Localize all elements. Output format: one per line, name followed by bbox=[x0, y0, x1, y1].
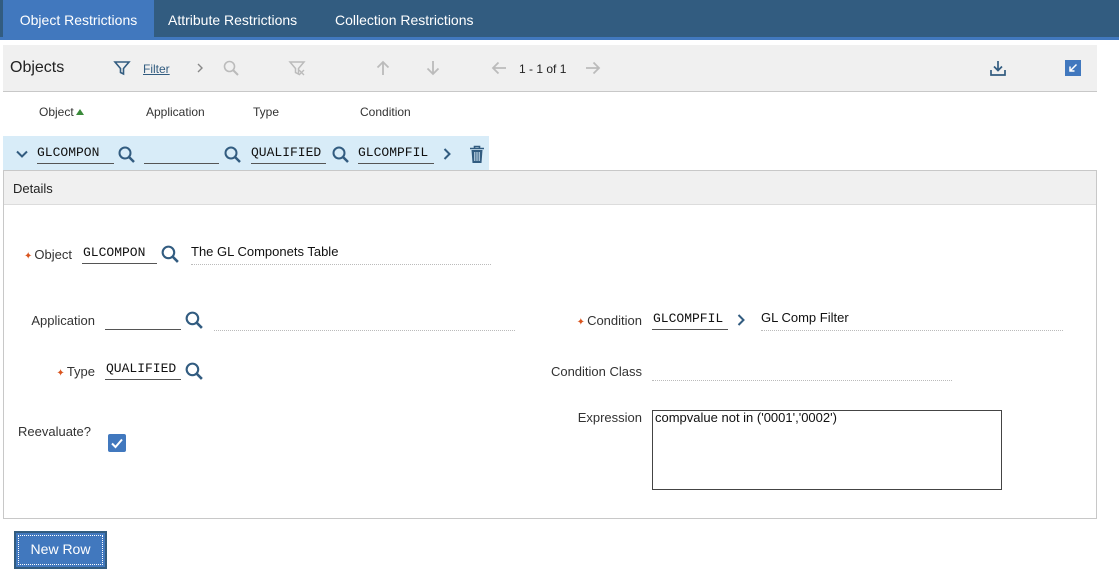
type-lookup-icon[interactable] bbox=[331, 145, 350, 164]
condition-goto-icon[interactable] bbox=[734, 313, 748, 327]
required-icon: ✦ bbox=[576, 317, 586, 328]
row-type-input[interactable]: QUALIFIED bbox=[251, 144, 326, 164]
application-lookup-icon[interactable] bbox=[223, 145, 242, 164]
application-search-icon[interactable] bbox=[184, 310, 204, 330]
object-label: ✦ Object bbox=[18, 247, 72, 262]
row-object-input[interactable]: GLCOMPON bbox=[37, 144, 114, 164]
required-icon: ✦ bbox=[56, 368, 65, 379]
object-label-text: Object bbox=[34, 247, 72, 262]
tab-attribute-restrictions[interactable]: Attribute Restrictions bbox=[168, 0, 297, 37]
object-field[interactable]: GLCOMPON bbox=[82, 244, 157, 264]
condition-label-text: Condition bbox=[587, 313, 642, 328]
type-field[interactable]: QUALIFIED bbox=[105, 360, 181, 380]
table-header: Object Application Type Condition bbox=[3, 92, 489, 134]
table-toolbar: Objects Filter 1 - 1 of 1 bbox=[3, 45, 1097, 92]
filter-link[interactable]: Filter bbox=[143, 62, 170, 76]
object-lookup-icon[interactable] bbox=[117, 145, 136, 164]
condition-field[interactable]: GLCOMPFIL bbox=[652, 310, 728, 330]
object-search-icon[interactable] bbox=[160, 244, 180, 264]
condition-label: ✦ Condition bbox=[564, 313, 642, 328]
chevron-right-icon[interactable] bbox=[440, 147, 454, 161]
condition-description: GL Comp Filter bbox=[761, 309, 1063, 331]
expression-label: Expression bbox=[577, 410, 642, 425]
column-header-object[interactable]: Object bbox=[39, 105, 84, 119]
search-icon[interactable] bbox=[222, 59, 240, 77]
previous-page-icon[interactable] bbox=[490, 59, 508, 77]
arrow-up-icon[interactable] bbox=[374, 59, 392, 77]
tab-bar: Object Restrictions Attribute Restrictio… bbox=[0, 0, 1119, 40]
minimize-icon[interactable] bbox=[1064, 59, 1082, 77]
condition-class-label: Condition Class bbox=[550, 364, 642, 379]
next-page-icon[interactable] bbox=[584, 59, 602, 77]
clear-filter-icon[interactable] bbox=[288, 59, 306, 77]
details-title: Details bbox=[13, 181, 53, 196]
arrow-down-icon[interactable] bbox=[424, 59, 442, 77]
type-label-text: Type bbox=[66, 364, 95, 379]
reevaluate-label: Reevaluate? bbox=[18, 424, 91, 439]
application-field[interactable] bbox=[105, 310, 181, 330]
table-row[interactable]: GLCOMPON QUALIFIED GLCOMPFIL bbox=[3, 136, 489, 170]
column-header-condition[interactable]: Condition bbox=[360, 105, 411, 119]
condition-class-field bbox=[652, 359, 952, 381]
object-description: The GL Componets Table bbox=[191, 243, 491, 265]
row-application-input[interactable] bbox=[144, 144, 219, 164]
column-header-label: Object bbox=[39, 105, 74, 119]
trash-icon[interactable] bbox=[469, 145, 485, 164]
row-condition-input[interactable]: GLCOMPFIL bbox=[358, 144, 434, 164]
type-search-icon[interactable] bbox=[184, 361, 204, 381]
new-row-button[interactable]: New Row bbox=[14, 531, 107, 569]
chevron-down-icon[interactable] bbox=[15, 147, 29, 161]
details-header[interactable]: Details bbox=[4, 171, 1096, 205]
checkmark-icon bbox=[111, 438, 123, 449]
column-header-type[interactable]: Type bbox=[253, 105, 279, 119]
application-label: Application bbox=[31, 313, 95, 328]
sort-ascending-icon bbox=[75, 109, 84, 115]
reevaluate-checkbox[interactable] bbox=[108, 434, 126, 452]
filter-icon[interactable] bbox=[113, 59, 131, 77]
application-description bbox=[214, 309, 515, 331]
chevron-right-icon[interactable] bbox=[191, 59, 209, 77]
type-label: ✦ Type bbox=[18, 364, 95, 379]
tab-collection-restrictions[interactable]: Collection Restrictions bbox=[335, 0, 474, 37]
download-icon[interactable] bbox=[989, 59, 1007, 77]
required-icon: ✦ bbox=[24, 251, 33, 262]
details-section: Details ✦ Object GLCOMPON The GL Componet… bbox=[3, 170, 1097, 519]
tab-object-restrictions[interactable]: Object Restrictions bbox=[3, 0, 154, 37]
column-header-application[interactable]: Application bbox=[146, 105, 205, 119]
expression-textarea[interactable]: compvalue not in ('0001','0002') bbox=[652, 410, 1002, 490]
pagination-count: 1 - 1 of 1 bbox=[519, 62, 567, 76]
table-title: Objects bbox=[10, 59, 65, 76]
